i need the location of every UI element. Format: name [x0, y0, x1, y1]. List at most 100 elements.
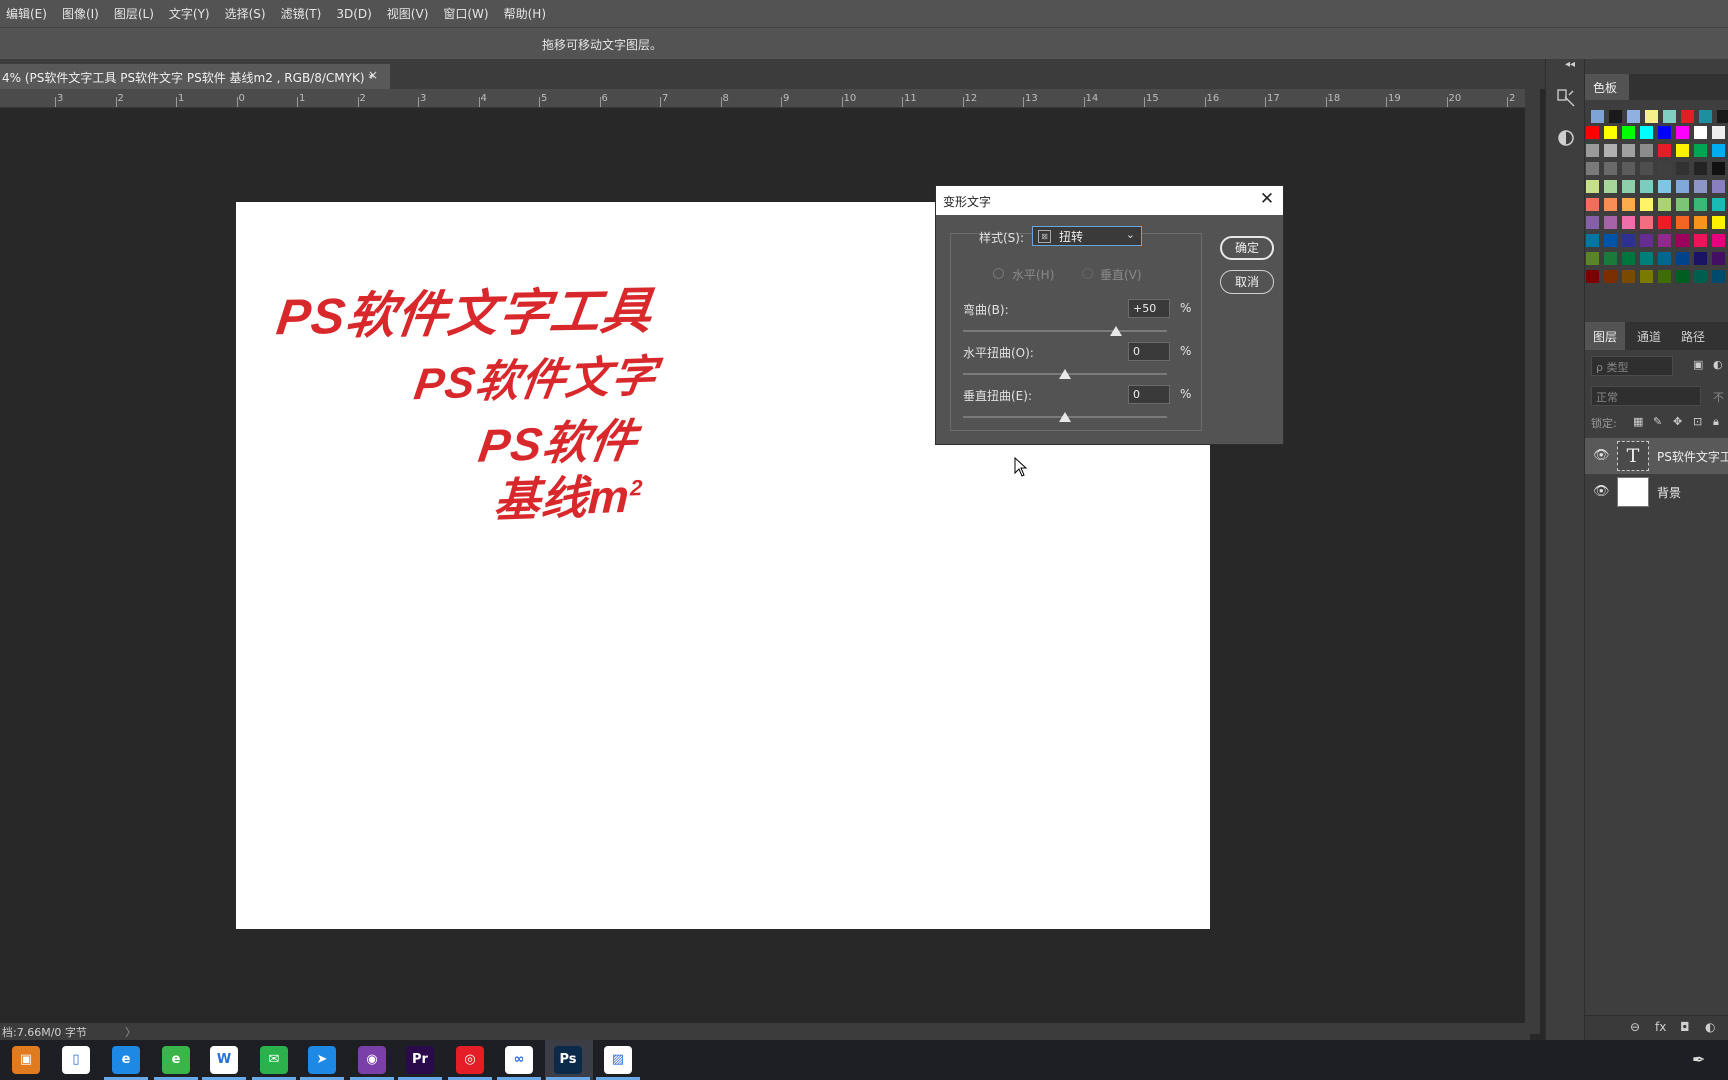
vertical-distortion-slider-thumb[interactable]	[1059, 412, 1071, 422]
ps-icon[interactable]: Ps	[554, 1046, 582, 1074]
collapse-panels-icon[interactable]: ◂◂	[1565, 59, 1575, 70]
document-tab[interactable]: 4% (PS软件文字工具 PS软件文字 PS软件 基线m2 , RGB/8/CM…	[0, 64, 390, 89]
swatch[interactable]	[1711, 233, 1726, 248]
menu-item-4[interactable]: 选择(S)	[225, 5, 266, 22]
swatch[interactable]	[1585, 215, 1600, 230]
swatch[interactable]	[1675, 161, 1690, 176]
swatch[interactable]	[1680, 109, 1695, 124]
swatch[interactable]	[1585, 197, 1600, 212]
swatch[interactable]	[1590, 109, 1605, 124]
swatch[interactable]	[1693, 251, 1708, 266]
wps-icon[interactable]: W	[210, 1046, 238, 1074]
swatch[interactable]	[1711, 179, 1726, 194]
swatch[interactable]	[1626, 109, 1641, 124]
swatch[interactable]	[1711, 197, 1726, 212]
chevron-right-icon[interactable]: 〉	[125, 1024, 136, 1040]
swatch[interactable]	[1675, 251, 1690, 266]
close-icon[interactable]: ✕	[1257, 189, 1277, 209]
style-select[interactable]: ⊠ 扭转 ⌄	[1032, 226, 1142, 246]
lock-move-icon[interactable]: ✥	[1673, 415, 1682, 428]
netease-icon[interactable]: ◎	[456, 1046, 484, 1074]
menu-item-6[interactable]: 3D(D)	[336, 7, 371, 21]
swatch[interactable]	[1657, 251, 1672, 266]
swatch[interactable]	[1603, 269, 1618, 284]
swatch[interactable]	[1693, 233, 1708, 248]
swatch[interactable]	[1675, 197, 1690, 212]
vertical-radio[interactable]	[1082, 268, 1093, 279]
swatch[interactable]	[1585, 269, 1600, 284]
swatch[interactable]	[1675, 179, 1690, 194]
swatch[interactable]	[1639, 161, 1654, 176]
layer-search-input[interactable]: ρ 类型	[1591, 356, 1673, 376]
properties-icon[interactable]	[1555, 87, 1577, 109]
link-icon[interactable]: ⊖	[1630, 1020, 1640, 1034]
swatch[interactable]	[1675, 269, 1690, 284]
swatch[interactable]	[1639, 179, 1654, 194]
swatch[interactable]	[1657, 179, 1672, 194]
swatch[interactable]	[1585, 125, 1600, 140]
swatch[interactable]	[1698, 109, 1713, 124]
swatch[interactable]	[1657, 215, 1672, 230]
menu-item-7[interactable]: 视图(V)	[387, 5, 429, 22]
swatch[interactable]	[1716, 109, 1728, 124]
swatch[interactable]	[1603, 179, 1618, 194]
mask-icon[interactable]: ◘	[1680, 1020, 1690, 1034]
swatch[interactable]	[1621, 143, 1636, 158]
eye-icon[interactable]: 👁︎	[1593, 448, 1610, 463]
swatch[interactable]	[1711, 125, 1726, 140]
ai-icon[interactable]: ◉	[358, 1046, 386, 1074]
close-icon[interactable]: ×	[368, 68, 378, 82]
swatch[interactable]	[1675, 125, 1690, 140]
swatch[interactable]	[1657, 233, 1672, 248]
store-icon[interactable]: ▣	[12, 1046, 40, 1074]
swatch[interactable]	[1621, 251, 1636, 266]
menu-item-3[interactable]: 文字(Y)	[169, 5, 210, 22]
swatch[interactable]	[1621, 197, 1636, 212]
swatch[interactable]	[1644, 109, 1659, 124]
swatch[interactable]	[1639, 251, 1654, 266]
swatch[interactable]	[1585, 161, 1600, 176]
menu-item-9[interactable]: 帮助(H)	[504, 5, 546, 22]
ok-button[interactable]: 确定	[1220, 236, 1274, 260]
menu-item-1[interactable]: 图像(I)	[62, 5, 99, 22]
swatch[interactable]	[1603, 197, 1618, 212]
lock-artboard-icon[interactable]: ⊡	[1693, 415, 1702, 428]
layer-row[interactable]: 👁︎ 背景	[1585, 474, 1728, 510]
swatch[interactable]	[1657, 143, 1672, 158]
swatch[interactable]	[1711, 161, 1726, 176]
swatch[interactable]	[1603, 251, 1618, 266]
swatch[interactable]	[1639, 197, 1654, 212]
swatch[interactable]	[1603, 215, 1618, 230]
swatch[interactable]	[1693, 143, 1708, 158]
menu-item-8[interactable]: 窗口(W)	[443, 5, 488, 22]
browser-icon[interactable]: e	[162, 1046, 190, 1074]
cancel-button[interactable]: 取消	[1220, 270, 1274, 294]
adjustment-filter-icon[interactable]: ◐	[1713, 358, 1723, 371]
swatch[interactable]	[1639, 269, 1654, 284]
swatch[interactable]	[1621, 161, 1636, 176]
swatch[interactable]	[1711, 251, 1726, 266]
swatch[interactable]	[1693, 179, 1708, 194]
swatch[interactable]	[1693, 269, 1708, 284]
feishu-icon[interactable]: ➤	[308, 1046, 336, 1074]
vertical-scrollbar[interactable]	[1525, 89, 1540, 1034]
vertical-distortion-input[interactable]: 0	[1128, 385, 1170, 404]
swatch[interactable]	[1657, 161, 1672, 176]
swatch[interactable]	[1657, 269, 1672, 284]
swatch[interactable]	[1711, 269, 1726, 284]
ie-icon[interactable]: e	[112, 1046, 140, 1074]
pr-icon[interactable]: Pr	[406, 1046, 434, 1074]
swatch[interactable]	[1621, 179, 1636, 194]
swatch[interactable]	[1585, 251, 1600, 266]
tab-swatches[interactable]: 色板	[1585, 74, 1629, 100]
horizontal-ruler[interactable]: 3 2 1 0 1 2 3 4 5 6 7 8 9 10 11 12 13 14 15 16 17 18 19 20 2	[0, 89, 1530, 108]
lock-brush-icon[interactable]: ✎	[1653, 415, 1662, 428]
menu-item-2[interactable]: 图层(L)	[114, 5, 154, 22]
swatch[interactable]	[1662, 109, 1677, 124]
lock-all-icon[interactable]: 🔒︎	[1713, 415, 1719, 429]
swatch[interactable]	[1711, 215, 1726, 230]
swatch[interactable]	[1603, 143, 1618, 158]
swatch[interactable]	[1657, 125, 1672, 140]
adjustment-icon[interactable]: ◐	[1705, 1020, 1715, 1034]
swatch[interactable]	[1693, 161, 1708, 176]
